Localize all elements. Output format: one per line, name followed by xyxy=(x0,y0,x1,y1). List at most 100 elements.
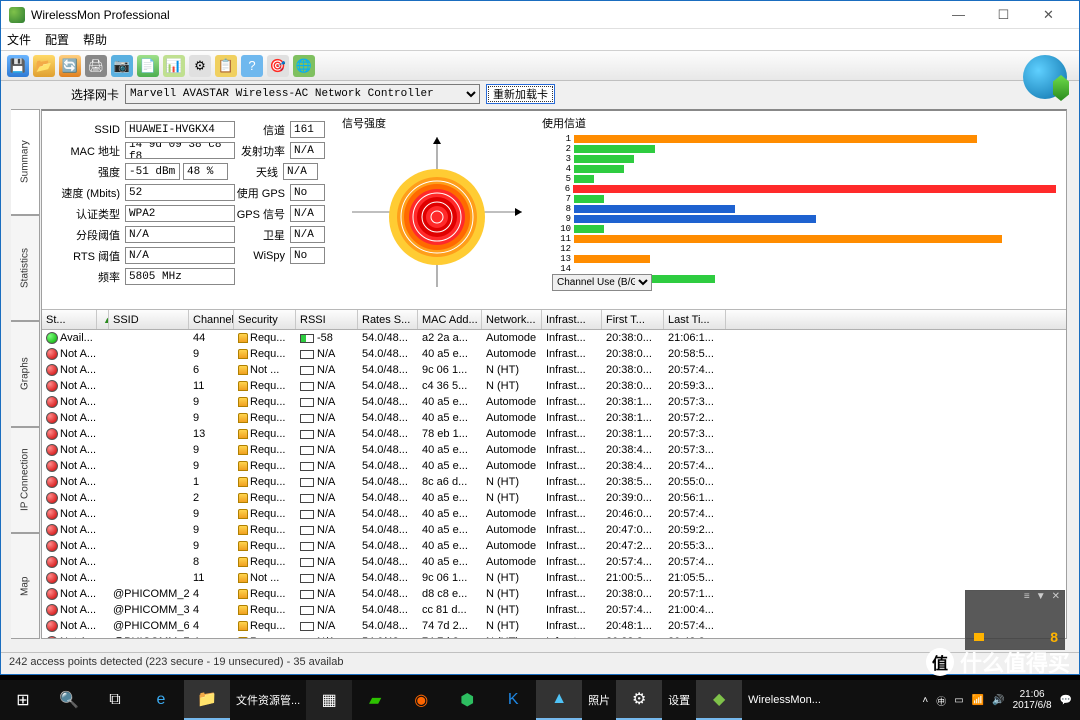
evernote-icon[interactable]: ⬢ xyxy=(444,680,490,720)
settings-icon[interactable]: ⚙ xyxy=(616,680,662,720)
close-button[interactable]: ✕ xyxy=(1026,1,1071,29)
tab-summary[interactable]: Summary xyxy=(11,109,40,215)
save-icon[interactable]: 💾 xyxy=(7,55,29,77)
table-row[interactable]: Not A...1Requ...N/A54.0/48...8c a6 d...N… xyxy=(42,474,1066,490)
col-sp[interactable]: ▲ xyxy=(97,310,109,329)
log-icon[interactable]: 📄 xyxy=(137,55,159,77)
table-row[interactable]: Not A...2Requ...N/A54.0/48...40 a5 e...N… xyxy=(42,490,1066,506)
col-ch[interactable]: Channel xyxy=(189,310,234,329)
menu-config[interactable]: 配置 xyxy=(45,31,69,48)
table-row[interactable]: Not A...11Requ...N/A54.0/48...c4 36 5...… xyxy=(42,378,1066,394)
tab-graphs[interactable]: Graphs xyxy=(11,321,40,427)
tray-up-icon[interactable]: ˄ xyxy=(922,695,928,706)
tray-notif-icon[interactable]: 💬 xyxy=(1060,695,1072,706)
print-icon[interactable]: 🖨 xyxy=(85,55,107,77)
menu-help[interactable]: 帮助 xyxy=(83,31,107,48)
explorer-icon[interactable]: 📁 xyxy=(184,680,230,720)
help-icon[interactable]: ? xyxy=(241,55,263,77)
float-down-icon[interactable]: ▼ xyxy=(1036,591,1046,605)
table-row[interactable]: Not A...8Requ...N/A54.0/48...40 a5 e...A… xyxy=(42,554,1066,570)
table-row[interactable]: Not A...@PHICOMM_604Requ...N/A54.0/48...… xyxy=(42,618,1066,634)
reload-button[interactable]: 重新加载卡 xyxy=(486,84,555,104)
tab-statistics[interactable]: Statistics xyxy=(11,215,40,321)
col-inf[interactable]: Infrast... xyxy=(542,310,602,329)
taskbar[interactable]: ⊞ 🔍 ⧉ e 📁 文件资源管... ▦ ▰ ◉ ⬢ K ▲ 照片 ⚙ 设置 ◆… xyxy=(0,680,1080,720)
search-icon[interactable]: 🔍 xyxy=(46,680,92,720)
system-tray[interactable]: ˄ ㊥ ▭ 📶 🔊 21:06 2017/6/8 💬 xyxy=(922,689,1080,711)
globe-logo-icon xyxy=(1023,55,1067,99)
capture-icon[interactable]: 📷 xyxy=(111,55,133,77)
tray-wifi-icon[interactable]: 📶 xyxy=(972,695,984,706)
maximize-button[interactable]: ☐ xyxy=(981,1,1026,29)
open-icon[interactable]: 📂 xyxy=(33,55,55,77)
table-row[interactable]: Not A...9Requ...N/A54.0/48...40 a5 e...A… xyxy=(42,410,1066,426)
clipboard-icon[interactable]: 📋 xyxy=(215,55,237,77)
app1-icon[interactable]: ▦ xyxy=(306,680,352,720)
tray-date[interactable]: 2017/6/8 xyxy=(1013,700,1052,711)
nic-select[interactable]: Marvell AVASTAR Wireless-AC Network Cont… xyxy=(125,84,480,104)
table-row[interactable]: Avail...44Requ...-5854.0/48...a2 2a a...… xyxy=(42,330,1066,346)
table-row[interactable]: Not A...9Requ...N/A54.0/48...40 a5 e...A… xyxy=(42,346,1066,362)
menu-file[interactable]: 文件 xyxy=(7,31,31,48)
table-row[interactable]: Not A...@PHICOMM_204Requ...N/A54.0/48...… xyxy=(42,586,1066,602)
window-title: WirelessMon Professional xyxy=(31,8,936,22)
config-icon[interactable]: ⚙ xyxy=(189,55,211,77)
grid-body[interactable]: Avail...44Requ...-5854.0/48...a2 2a a...… xyxy=(42,330,1066,638)
table-row[interactable]: Not A...6Not ...N/A54.0/48...9c 06 1...N… xyxy=(42,362,1066,378)
col-mac[interactable]: MAC Add... xyxy=(418,310,482,329)
table-row[interactable]: Not A...13Requ...N/A54.0/48...78 eb 1...… xyxy=(42,426,1066,442)
taskbar-explorer-label[interactable]: 文件资源管... xyxy=(230,692,306,708)
col-st[interactable]: St... xyxy=(42,310,97,329)
titlebar[interactable]: WirelessMon Professional — ☐ ✕ xyxy=(1,1,1079,29)
taskbar-app-label[interactable]: WirelessMon... xyxy=(742,694,827,706)
lock-icon xyxy=(238,557,248,567)
field-frag_l: N/A xyxy=(125,226,235,243)
web-icon[interactable]: 🌐 xyxy=(293,55,315,77)
table-row[interactable]: Not A...11Not ...N/A54.0/48...9c 06 1...… xyxy=(42,570,1066,586)
float-close-icon[interactable]: ✕ xyxy=(1052,591,1060,605)
tab-ipconnection[interactable]: IP Connection xyxy=(11,427,40,533)
tray-battery-icon[interactable]: ▭ xyxy=(954,695,963,706)
table-row[interactable]: Not A...9Requ...N/A54.0/48...40 a5 e...A… xyxy=(42,394,1066,410)
pot-icon[interactable]: ◉ xyxy=(398,680,444,720)
tray-time[interactable]: 21:06 xyxy=(1013,689,1052,700)
lock-icon xyxy=(238,637,248,638)
edge-icon[interactable]: e xyxy=(138,680,184,720)
table-row[interactable]: Not A...@PHICOMM_384Requ...N/A54.0/48...… xyxy=(42,602,1066,618)
photos-icon[interactable]: ▲ xyxy=(536,680,582,720)
tray-volume-icon[interactable]: 🔊 xyxy=(992,695,1004,706)
signal-icon xyxy=(300,558,314,567)
channel-mode-select[interactable]: Channel Use (B/G) xyxy=(552,274,652,291)
col-rates[interactable]: Rates S... xyxy=(358,310,418,329)
start-button[interactable]: ⊞ xyxy=(0,680,46,720)
tab-map[interactable]: Map xyxy=(11,533,40,639)
table-row[interactable]: Not A...@PHICOMM_714Requ...N/A54.0/48...… xyxy=(42,634,1066,638)
status-dot-icon xyxy=(46,492,58,504)
refresh-icon[interactable]: 🔄 xyxy=(59,55,81,77)
wirelessmon-taskbar-icon[interactable]: ◆ xyxy=(696,680,742,720)
lock-icon xyxy=(238,493,248,503)
table-row[interactable]: Not A...9Requ...N/A54.0/48...40 a5 e...A… xyxy=(42,442,1066,458)
kugou-icon[interactable]: K xyxy=(490,680,536,720)
table-row[interactable]: Not A...9Requ...N/A54.0/48...40 a5 e...A… xyxy=(42,538,1066,554)
taskbar-photos-label[interactable]: 照片 xyxy=(582,692,616,708)
col-sec[interactable]: Security xyxy=(234,310,296,329)
float-overlay[interactable]: ≡▼✕ 8 xyxy=(965,590,1065,650)
float-menu-icon[interactable]: ≡ xyxy=(1024,591,1030,605)
table-row[interactable]: Not A...9Requ...N/A54.0/48...40 a5 e...A… xyxy=(42,522,1066,538)
col-lt[interactable]: Last Ti... xyxy=(664,310,726,329)
col-ft[interactable]: First T... xyxy=(602,310,664,329)
wechat-icon[interactable]: ▰ xyxy=(352,680,398,720)
tray-ime-icon[interactable]: ㊥ xyxy=(936,693,946,708)
table-row[interactable]: Not A...9Requ...N/A54.0/48...40 a5 e...A… xyxy=(42,458,1066,474)
taskbar-settings-label[interactable]: 设置 xyxy=(662,692,696,708)
status-dot-icon xyxy=(46,572,58,584)
export-icon[interactable]: 📊 xyxy=(163,55,185,77)
table-row[interactable]: Not A...9Requ...N/A54.0/48...40 a5 e...A… xyxy=(42,506,1066,522)
target-icon[interactable]: 🎯 xyxy=(267,55,289,77)
taskview-icon[interactable]: ⧉ xyxy=(92,680,138,720)
col-rssi[interactable]: RSSI xyxy=(296,310,358,329)
col-net[interactable]: Network... xyxy=(482,310,542,329)
minimize-button[interactable]: — xyxy=(936,1,981,29)
col-ssid[interactable]: SSID xyxy=(109,310,189,329)
